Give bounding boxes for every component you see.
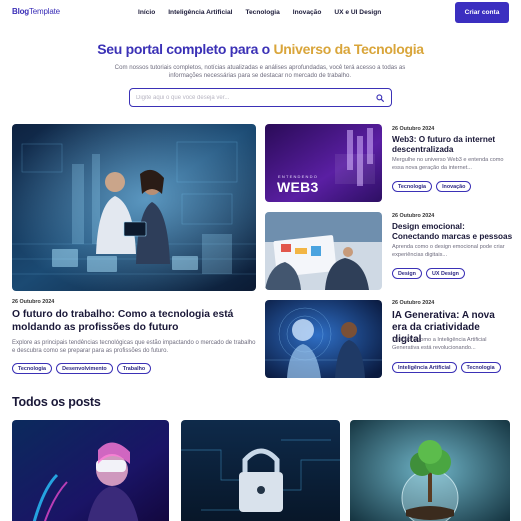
side-post-3-image[interactable]	[265, 300, 382, 378]
tag-tecnologia[interactable]: Tecnologia	[12, 363, 53, 374]
side-post-1-title[interactable]: Web3: O futuro da internet descentraliza…	[392, 135, 510, 155]
hero-title-part2: Universo da Tecnologia	[273, 41, 424, 57]
tag-tecnologia[interactable]: Tecnologia	[392, 181, 433, 192]
side-post-2-description: Aprenda como o design emocional pode cri…	[392, 244, 505, 258]
tag-ux-design[interactable]: UX Design	[425, 268, 465, 279]
side-post-1-description: Mergulhe no universo Web3 e entenda como…	[392, 157, 504, 171]
nav-item-tecnologia[interactable]: Tecnologia	[245, 9, 279, 16]
all-posts-title: Todos os posts	[12, 395, 101, 409]
featured-main-title[interactable]: O futuro do trabalho: Como a tecnologia …	[12, 309, 256, 335]
search-icon[interactable]	[376, 94, 384, 102]
tag-inteligencia-artificial[interactable]: Inteligência Artificial	[392, 362, 457, 373]
side-post-2-tags: Design UX Design	[392, 268, 465, 279]
nav-item-ux-ui-design[interactable]: UX e UI Design	[334, 9, 381, 16]
ai-robot-illustration	[265, 300, 382, 378]
design-workshop-illustration	[265, 212, 382, 290]
main-nav: Início Inteligência Artificial Tecnologi…	[138, 9, 381, 16]
web3-caption-big: WEB3	[277, 179, 319, 195]
create-account-button[interactable]: Criar conta	[455, 2, 509, 23]
side-post-3-tags: Inteligência Artificial Tecnologia	[392, 362, 501, 373]
search-bar	[129, 88, 392, 107]
hero-subtitle: Com nossos tutoriais completos, notícias…	[114, 64, 406, 80]
nav-item-inicio[interactable]: Início	[138, 9, 155, 16]
post-card-image-3[interactable]	[350, 420, 510, 521]
side-post-1-tags: Tecnologia Inovação	[392, 181, 472, 192]
padlock-security-illustration	[181, 420, 340, 521]
logo[interactable]: BlogTemplate	[12, 7, 60, 16]
featured-main-description: Explore as principais tendências tecnoló…	[12, 340, 256, 355]
logo-bold: Blog	[12, 7, 29, 16]
side-post-2-title[interactable]: Design emocional: Conectando marcas e pe…	[392, 222, 514, 242]
tag-desenvolvimento[interactable]: Desenvolvimento	[56, 363, 113, 374]
side-post-2-image[interactable]	[265, 212, 382, 290]
nav-item-inovacao[interactable]: Inovação	[293, 9, 322, 16]
tag-tecnologia[interactable]: Tecnologia	[460, 362, 501, 373]
logo-light: Template	[28, 7, 60, 16]
side-post-1-image[interactable]: ENTENDENDO WEB3	[265, 124, 382, 202]
top-header: BlogTemplate Início Inteligência Artific…	[0, 0, 521, 26]
featured-main-image[interactable]	[12, 124, 256, 291]
side-post-1-date: 26 Outubro 2024	[392, 126, 435, 132]
tag-inovacao[interactable]: Inovação	[436, 181, 472, 192]
nav-item-inteligencia-artificial[interactable]: Inteligência Artificial	[168, 9, 232, 16]
tree-in-glass-illustration	[350, 420, 510, 521]
office-tech-illustration	[12, 124, 256, 291]
hero-title: Seu portal completo para o Universo da T…	[0, 41, 521, 57]
vr-headset-illustration	[12, 420, 169, 521]
post-card-image-2[interactable]	[181, 420, 340, 521]
tag-design[interactable]: Design	[392, 268, 422, 279]
side-post-2-date: 26 Outubro 2024	[392, 213, 435, 219]
tag-trabalho[interactable]: Trabalho	[116, 363, 152, 374]
post-card-image-1[interactable]	[12, 420, 169, 521]
featured-main-date: 26 Outubro 2024	[12, 299, 55, 305]
search-input[interactable]	[136, 92, 366, 104]
hero-title-part1: Seu portal completo para o	[97, 41, 274, 57]
side-post-3-description: Descubra como a Inteligência Artificial …	[392, 337, 487, 351]
side-post-3-date: 26 Outubro 2024	[392, 300, 435, 306]
featured-main-tags: Tecnologia Desenvolvimento Trabalho	[12, 363, 152, 374]
